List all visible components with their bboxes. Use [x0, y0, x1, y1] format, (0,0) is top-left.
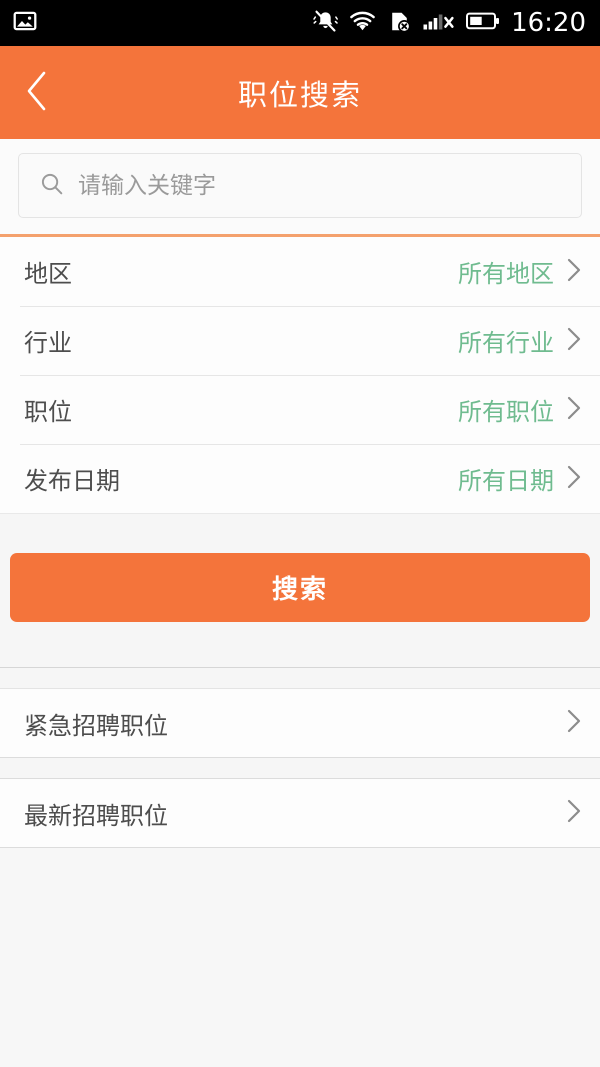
signal-no-service-icon: [423, 9, 455, 38]
section-divider-top: [0, 667, 600, 689]
image-screenshot-icon: [12, 8, 38, 38]
filter-value: 所有地区: [458, 260, 554, 288]
filter-list: 地区 所有地区 行业 所有行业 职位 所有职位 发布日期 所有日期: [0, 237, 600, 513]
status-bar: 16:20: [0, 0, 600, 46]
filter-row-region[interactable]: 地区 所有地区: [0, 237, 600, 306]
spacer-below-search-button: [0, 622, 600, 667]
bell-mute-vibrate-icon: [313, 9, 339, 38]
chevron-right-icon: [566, 798, 582, 828]
filter-label: 发布日期: [24, 467, 120, 495]
link-row-latest-jobs[interactable]: 最新招聘职位: [0, 779, 600, 847]
filter-value-group: 所有行业: [458, 323, 582, 358]
spacer-above-search-button: [0, 513, 600, 553]
wifi-icon: [349, 9, 376, 38]
search-input[interactable]: [78, 172, 561, 199]
chevron-right-icon: [566, 464, 582, 494]
filter-row-publish-date[interactable]: 发布日期 所有日期: [0, 444, 600, 513]
filter-row-position[interactable]: 职位 所有职位: [0, 375, 600, 444]
filter-label: 职位: [24, 398, 72, 426]
chevron-right-icon: [566, 326, 582, 356]
search-box[interactable]: [18, 153, 582, 218]
status-bar-left: [12, 8, 38, 38]
page-title: 职位搜索: [237, 77, 362, 112]
filter-value: 所有日期: [458, 467, 554, 495]
back-button[interactable]: [0, 46, 74, 139]
chevron-right-icon: [566, 395, 582, 425]
filter-value: 所有行业: [458, 329, 554, 357]
chevron-right-icon: [566, 257, 582, 287]
filter-value-group: 所有日期: [458, 461, 582, 496]
app-header: 职位搜索: [0, 46, 600, 139]
filter-value-group: 所有地区: [458, 254, 582, 289]
page-bottom-area: [0, 847, 600, 985]
chevron-left-icon: [24, 70, 50, 116]
search-button-zone: 搜索: [0, 553, 600, 622]
chevron-right-icon: [566, 708, 582, 738]
status-bar-clock: 16:20: [511, 8, 586, 38]
filter-row-industry[interactable]: 行业 所有行业: [0, 306, 600, 375]
filter-value-group: 所有职位: [458, 392, 582, 427]
link-row-urgent-jobs[interactable]: 紧急招聘职位: [0, 689, 600, 757]
link-label: 紧急招聘职位: [24, 711, 168, 740]
link-list: 紧急招聘职位 最新招聘职位: [0, 689, 600, 985]
search-submit-button[interactable]: 搜索: [10, 553, 590, 622]
sim-card-off-icon: [387, 9, 412, 38]
search-icon: [39, 171, 65, 201]
filter-label: 行业: [24, 329, 72, 357]
search-section: [0, 139, 600, 237]
link-label: 最新招聘职位: [24, 801, 168, 830]
filter-label: 地区: [24, 260, 72, 288]
app-screen: 16:20 职位搜索 地区: [0, 0, 600, 1067]
filter-value: 所有职位: [458, 398, 554, 426]
status-bar-right: 16:20: [313, 9, 586, 38]
link-rows-divider: [0, 757, 600, 779]
battery-icon: [466, 10, 500, 36]
